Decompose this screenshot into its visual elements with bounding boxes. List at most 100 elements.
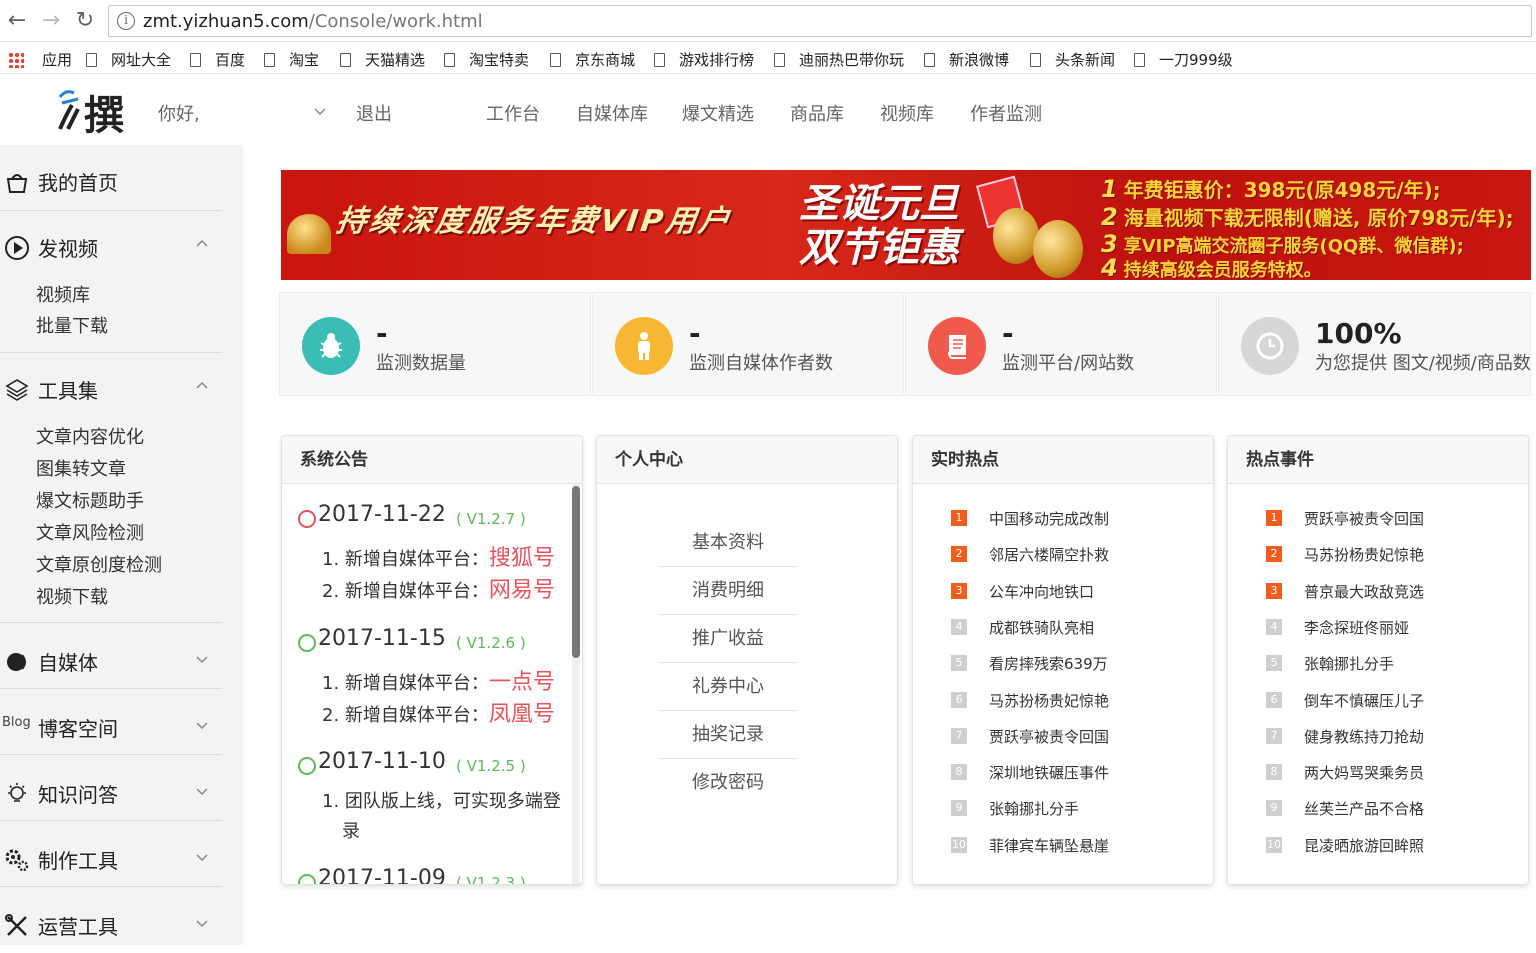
promo-banner[interactable]: 持续深度服务年费VIP用户 圣诞元旦 双节钜惠 1 年费钜惠价：398元(原498… <box>281 170 1531 280</box>
rank-badge: 7 <box>1266 727 1282 744</box>
bookmark-label: 一刀999级 <box>1159 51 1233 69</box>
rank-badge: 6 <box>951 691 967 708</box>
announcement-item: 1. 新增自媒体平台：搜狐号 <box>322 540 555 572</box>
panel-realtime-hot: 实时热点 1 中国移动完成改制 2 邻居六楼隔空扑救 3 公车冲向地铁口 4 成都铁骑队亮相 5… <box>912 435 1214 885</box>
book-icon <box>948 335 966 359</box>
panel-title: 系统公告 <box>282 436 582 484</box>
announcement-version: ( V1.2.5 ) <box>456 757 526 775</box>
sidebar-item-video-download[interactable]: 视频下载 <box>36 583 108 609</box>
bookmark-label: 迪丽热巴带你玩 <box>799 51 905 69</box>
hot-item-title: 马苏扮杨贵妃惊艳 <box>989 691 1110 710</box>
chevron-down-icon[interactable] <box>196 785 208 797</box>
item-highlight: 网易号 <box>488 578 555 603</box>
rank-badge: 6 <box>1266 691 1282 708</box>
app-header: 撰 你好, 退出 工作台 自媒体库 爆文精选 商品库 视频库 作者监测 <box>0 75 1536 145</box>
rank-badge: 1 <box>951 510 967 526</box>
hot-item-title: 看房摔残索639万 <box>989 655 1108 674</box>
sidebar-item-article-optimize[interactable]: 文章内容优化 <box>36 423 144 449</box>
chevron-up-icon[interactable] <box>196 237 208 249</box>
nav-video-library[interactable]: 视频库 <box>880 100 934 126</box>
menu-basic-info[interactable]: 基本资料 <box>659 519 797 567</box>
rank-badge: 5 <box>951 655 967 672</box>
info-icon[interactable]: i <box>117 12 135 30</box>
bookmark-item[interactable]: 新浪微博 <box>924 49 1009 70</box>
stat-card-coverage: 100% 为您提供 图文/视频/商品数 <box>1218 292 1531 396</box>
stat-label: 监测数据量 <box>376 353 466 374</box>
sidebar-item-video-library[interactable]: 视频库 <box>36 281 90 307</box>
chevron-down-icon[interactable] <box>314 105 326 117</box>
back-icon[interactable]: ← <box>4 8 30 34</box>
hot-item-title: 邻居六楼隔空扑救 <box>989 546 1110 565</box>
menu-change-password[interactable]: 修改密码 <box>659 759 797 807</box>
promo-text: 持续高级会员服务特权。 <box>1123 260 1322 280</box>
nav-author-monitor[interactable]: 作者监测 <box>970 100 1042 126</box>
menu-spending-details[interactable]: 消费明细 <box>659 567 797 615</box>
page-icon <box>654 53 665 67</box>
rank-badge: 2 <box>951 546 967 563</box>
banner-holiday: 圣诞元旦 双节钜惠 <box>799 182 959 270</box>
lightbulb-icon <box>8 783 26 802</box>
bookmark-item[interactable]: 淘宝 <box>264 49 319 70</box>
url-text[interactable]: zmt.yizhuan5.com/Console/work.html <box>143 11 483 32</box>
item-text: 1. 新增自媒体平台： <box>322 673 489 694</box>
bookmark-item[interactable]: 一刀999级 <box>1134 49 1233 70</box>
chevron-up-icon[interactable] <box>196 379 208 391</box>
bookmark-item[interactable]: 游戏排行榜 <box>654 49 754 70</box>
nav-viral-articles[interactable]: 爆文精选 <box>682 100 754 126</box>
nav-media-library[interactable]: 自媒体库 <box>576 100 648 126</box>
bookmark-item[interactable]: 天猫精选 <box>340 49 425 70</box>
sidebar-section-tools: 工具集 文章内容优化 图集转文章 爆文标题助手 文章风险检测 文章原创度检测 视… <box>0 353 222 623</box>
sidebar-item-gallery-to-article[interactable]: 图集转文章 <box>36 455 126 481</box>
bookmark-item[interactable]: 迪丽热巴带你玩 <box>774 49 904 70</box>
bookmark-item[interactable]: 京东商城 <box>550 49 635 70</box>
promo-text: 海量视频下载无限制(赠送, 原价798元/年); <box>1123 206 1514 230</box>
logo-icon[interactable]: 撰 <box>56 85 128 135</box>
panel-title: 热点事件 <box>1228 436 1528 484</box>
item-highlight: 凤凰号 <box>488 702 555 727</box>
bookmark-item[interactable]: 淘宝特卖 <box>444 49 529 70</box>
promo-line: 4 持续高级会员服务特权。 <box>1101 254 1322 280</box>
logout-link[interactable]: 退出 <box>356 100 392 126</box>
rank-badge: 3 <box>1266 582 1282 599</box>
menu-promotion-income[interactable]: 推广收益 <box>659 615 797 663</box>
forward-icon[interactable]: → <box>38 8 64 34</box>
gears-icon <box>5 849 29 872</box>
menu-coupon-center[interactable]: 礼券中心 <box>659 663 797 711</box>
stat-card-authors: - 监测自媒体作者数 <box>592 292 904 396</box>
scrollbar-thumb[interactable] <box>572 486 580 658</box>
sidebar-section-blog: Blog 博客空间 <box>0 689 222 755</box>
balloon-icon <box>993 208 1039 264</box>
bookmark-item[interactable]: 头条新闻 <box>1030 49 1115 70</box>
rank-badge: 7 <box>951 727 967 744</box>
menu-lottery-records[interactable]: 抽奖记录 <box>659 711 797 759</box>
sidebar-item-title-helper[interactable]: 爆文标题助手 <box>36 487 144 513</box>
hot-item-title: 张翰挪扎分手 <box>1304 655 1395 674</box>
rank-badge: 8 <box>951 764 967 781</box>
bookmark-item[interactable]: 网址大全 <box>86 49 171 70</box>
announcement-version: ( V1.2.3 ) <box>456 874 526 885</box>
rank-badge: 4 <box>951 618 967 635</box>
bug-icon <box>320 333 342 358</box>
bookmark-item[interactable]: 百度 <box>190 49 245 70</box>
person-icon <box>638 332 650 360</box>
hot-item-title: 中国移动完成改制 <box>989 510 1110 528</box>
banner-holiday-line: 圣诞元旦 <box>799 181 959 227</box>
rank-badge: 4 <box>1266 618 1282 635</box>
reload-icon[interactable]: ↻ <box>72 8 98 34</box>
hot-item-title: 昆凌晒旅游回眸照 <box>1304 836 1425 855</box>
chevron-down-icon[interactable] <box>196 653 208 665</box>
rank-badge: 10 <box>1266 836 1282 853</box>
sidebar-item-batch-download[interactable]: 批量下载 <box>36 312 108 338</box>
address-bar[interactable]: i zmt.yizhuan5.com/Console/work.html <box>108 5 1532 37</box>
url-host: zmt.yizhuan5.com <box>143 11 309 32</box>
sidebar-item-originality-check[interactable]: 文章原创度检测 <box>36 551 162 577</box>
nav-product-library[interactable]: 商品库 <box>790 100 844 126</box>
chevron-down-icon[interactable] <box>196 851 208 863</box>
chevron-down-icon[interactable] <box>196 719 208 731</box>
chevron-down-icon[interactable] <box>196 917 208 929</box>
page-icon <box>1030 53 1041 67</box>
sidebar-item-risk-check[interactable]: 文章风险检测 <box>36 519 144 545</box>
banner-holiday-line: 双节钜惠 <box>799 225 959 271</box>
bookmark-apps[interactable]: 应用 <box>8 49 72 70</box>
nav-workbench[interactable]: 工作台 <box>486 100 540 126</box>
